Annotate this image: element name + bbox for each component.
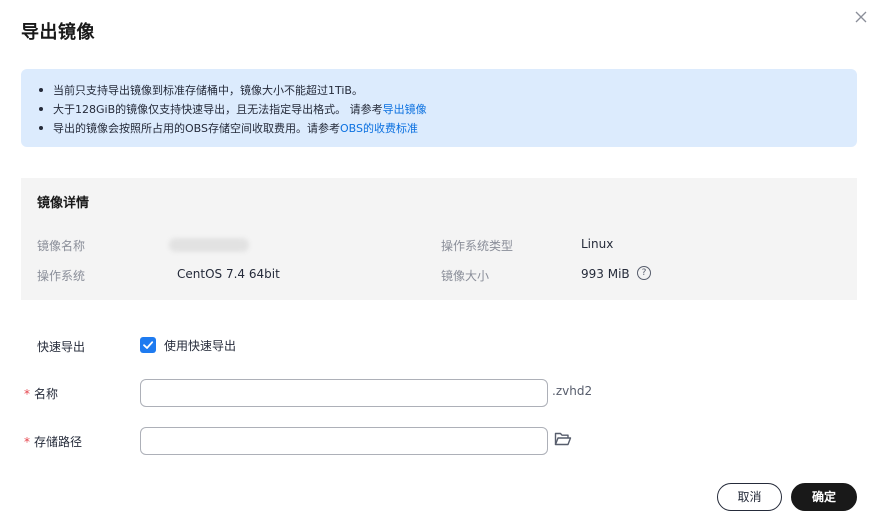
image-details-panel: 镜像详情 镜像名称 操作系统类型 Linux 操作系统 CentOS 7.4 6…	[21, 178, 857, 300]
notice-item: 导出的镜像会按照所占用的OBS存储空间收取费用。请参考 OBS的收费标准	[39, 118, 857, 137]
folder-open-icon[interactable]	[554, 431, 572, 447]
required-mark: *	[24, 387, 30, 401]
notice-text: 当前只支持导出镜像到标准存储桶中，镜像大小不能超过1TiB。	[53, 83, 363, 97]
details-title: 镜像详情	[37, 196, 90, 211]
storage-path-label-text: 存储路径	[34, 435, 83, 449]
os-label: 操作系统	[37, 269, 86, 283]
bullet-icon	[39, 106, 43, 111]
notice-item: 大于128GiB的镜像仅支持快速导出，且无法指定导出格式。 请参考 导出镜像	[39, 99, 857, 118]
os-type-label: 操作系统类型	[441, 239, 514, 253]
os-value: CentOS 7.4 64bit	[177, 267, 280, 281]
obs-pricing-link[interactable]: OBS的收费标准	[340, 120, 418, 136]
dialog-title: 导出镜像	[21, 22, 95, 43]
name-suffix: .zvhd2	[552, 384, 593, 398]
notice-text: 大于128GiB的镜像仅支持快速导出，且无法指定导出格式。 请参考	[53, 102, 383, 116]
fast-export-checkbox[interactable]	[140, 337, 156, 353]
name-label: * 名称	[24, 385, 58, 402]
bullet-icon	[39, 87, 43, 92]
image-name-value-redacted	[169, 238, 249, 252]
storage-path-input[interactable]	[140, 427, 548, 455]
notice-text: 导出的镜像会按照所占用的OBS存储空间收取费用。请参考	[53, 121, 340, 135]
cancel-button[interactable]: 取消	[717, 483, 782, 511]
required-mark: *	[24, 435, 30, 449]
os-type-value: Linux	[581, 237, 614, 251]
confirm-button[interactable]: 确定	[791, 483, 857, 511]
export-image-dialog: 导出镜像 当前只支持导出镜像到标准存储桶中，镜像大小不能超过1TiB。 大于12…	[0, 0, 881, 523]
image-size-value: 993 MiB	[581, 267, 630, 281]
image-size-label: 镜像大小	[441, 269, 490, 283]
help-icon[interactable]: ?	[637, 266, 651, 280]
name-label-text: 名称	[34, 387, 59, 401]
fast-export-checkbox-label[interactable]: 使用快速导出	[164, 337, 236, 354]
fast-export-label: 快速导出	[37, 340, 86, 354]
bullet-icon	[39, 125, 43, 130]
storage-path-label: * 存储路径	[24, 433, 82, 450]
close-icon[interactable]	[852, 8, 870, 26]
export-image-link[interactable]: 导出镜像	[383, 101, 427, 117]
notice-box: 当前只支持导出镜像到标准存储桶中，镜像大小不能超过1TiB。 大于128GiB的…	[21, 69, 857, 147]
image-name-label: 镜像名称	[37, 239, 86, 253]
notice-item: 当前只支持导出镜像到标准存储桶中，镜像大小不能超过1TiB。	[39, 80, 857, 99]
name-input[interactable]	[140, 379, 548, 407]
